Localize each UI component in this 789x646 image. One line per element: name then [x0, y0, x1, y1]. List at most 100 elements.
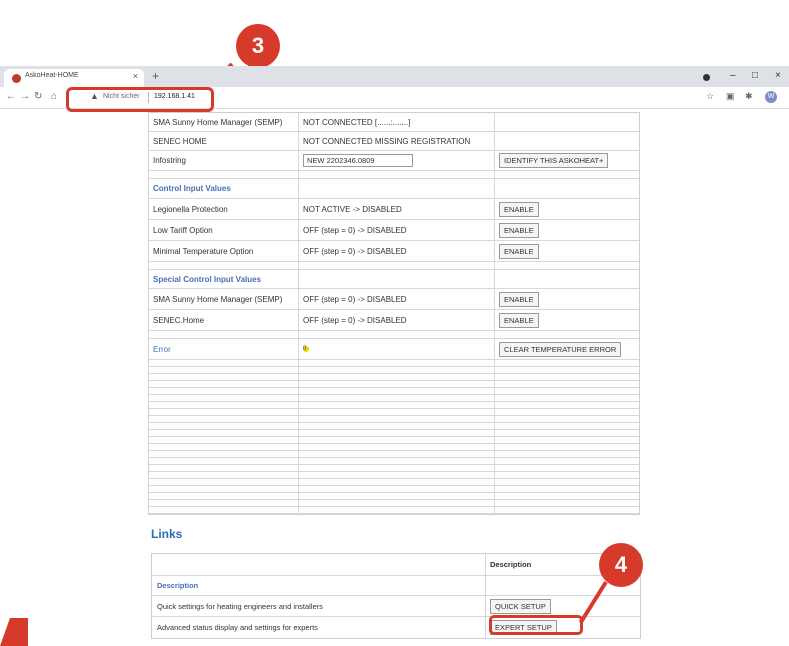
empty-cell	[299, 388, 495, 394]
home-icon[interactable]: ⌂	[51, 91, 57, 102]
identify-button[interactable]: IDENTIFY THIS ASKOHEAT+	[499, 153, 609, 168]
empty-cell	[149, 437, 299, 443]
empty-row	[149, 458, 639, 465]
empty-cell	[149, 423, 299, 429]
browser-tab[interactable]: AskoHeat-HOME ×	[4, 69, 144, 87]
row-label: SENEC HOME	[149, 132, 299, 150]
avatar[interactable]: W	[765, 91, 777, 103]
empty-row	[149, 437, 639, 444]
quick-setup-button[interactable]: QUICK SETUP	[490, 598, 551, 614]
empty-cell	[299, 409, 495, 415]
new-tab-button[interactable]: +	[152, 69, 159, 83]
empty-cell	[495, 395, 639, 401]
empty-cell	[149, 472, 299, 478]
row-label: Legionella Protection	[149, 199, 299, 219]
empty-cell	[299, 402, 495, 408]
maximize-button[interactable]: □	[752, 70, 758, 81]
row-action: ENABLE	[495, 310, 639, 330]
empty-row	[149, 500, 639, 507]
expert-setup-description: Advanced status display and settings for…	[152, 617, 486, 638]
empty-cell	[149, 374, 299, 380]
empty-cell	[149, 493, 299, 499]
empty-cell	[495, 507, 639, 513]
bookmark-star-icon[interactable]: ☆	[706, 91, 714, 102]
spacer-cell	[299, 171, 495, 178]
empty-cell	[495, 493, 639, 499]
enable-low-tariff-button[interactable]: ENABLE	[499, 222, 539, 238]
row-value: 0	[299, 339, 495, 359]
row-value: OFF (step = 0) -> DISABLED	[299, 241, 495, 261]
row-action	[495, 270, 639, 288]
profile-indicator-icon	[703, 74, 710, 81]
empty-cell	[149, 500, 299, 506]
empty-cell	[495, 374, 639, 380]
minimize-button[interactable]: –	[730, 70, 736, 81]
empty-cell	[495, 430, 639, 436]
empty-row	[149, 451, 639, 458]
empty-row	[149, 430, 639, 437]
row-label: SENEC.Home	[149, 310, 299, 330]
row-value: OFF (step = 0) -> DISABLED	[299, 310, 495, 330]
spacer-cell	[299, 262, 495, 269]
clear-temperature-error-button[interactable]: CLEAR TEMPERATURE ERROR	[499, 341, 622, 357]
empty-cell	[495, 388, 639, 394]
empty-cell	[149, 381, 299, 387]
table-row: Error 0 CLEAR TEMPERATURE ERROR	[149, 339, 639, 360]
quick-setup-description: Quick settings for heating engineers and…	[152, 596, 486, 616]
row-label: Minimal Temperature Option	[149, 241, 299, 261]
empty-cell	[299, 458, 495, 464]
row-value: NOT ACTIVE -> DISABLED	[299, 199, 495, 219]
empty-cell	[299, 374, 495, 380]
empty-row	[149, 374, 639, 381]
section-row: Control Input Values	[149, 179, 639, 199]
empty-cell	[495, 409, 639, 415]
window-close-button[interactable]: ×	[775, 70, 781, 81]
table-row: Infostring NEW 2202346.0809 IDENTIFY THI…	[149, 151, 639, 171]
empty-cell	[149, 444, 299, 450]
row-action: ENABLE	[495, 289, 639, 309]
empty-cell	[495, 367, 639, 373]
row-value	[299, 270, 495, 288]
empty-cell	[149, 388, 299, 394]
row-action: ENABLE	[495, 241, 639, 261]
empty-row	[149, 395, 639, 402]
forward-icon[interactable]: →	[20, 91, 30, 102]
media-icon[interactable]: ▣	[726, 91, 735, 102]
empty-cell	[149, 367, 299, 373]
empty-cell	[495, 444, 639, 450]
spacer-cell	[299, 331, 495, 338]
empty-cell	[149, 416, 299, 422]
empty-cell	[495, 465, 639, 471]
row-value: OFF (step = 0) -> DISABLED	[299, 220, 495, 240]
enable-sma-button[interactable]: ENABLE	[499, 291, 539, 307]
empty-cell	[299, 437, 495, 443]
table-row: Minimal Temperature Option OFF (step = 0…	[149, 241, 639, 262]
table-row: SENEC HOME NOT CONNECTED MISSING REGISTR…	[149, 132, 639, 151]
back-icon[interactable]: ←	[6, 91, 16, 102]
empty-row	[149, 367, 639, 374]
infostring-input[interactable]: NEW 2202346.0809	[303, 154, 413, 167]
empty-cell	[299, 430, 495, 436]
row-value: NEW 2202346.0809	[299, 151, 495, 170]
enable-legionella-button[interactable]: ENABLE	[499, 201, 539, 217]
row-action: CLEAR TEMPERATURE ERROR	[495, 339, 639, 359]
empty-row	[149, 402, 639, 409]
enable-min-temp-button[interactable]: ENABLE	[499, 243, 539, 259]
table-row: Legionella Protection NOT ACTIVE -> DISA…	[149, 199, 639, 220]
links-header-row: Description	[152, 554, 640, 576]
row-action: ENABLE	[495, 220, 639, 240]
empty-cell	[495, 416, 639, 422]
close-tab-icon[interactable]: ×	[133, 71, 138, 81]
empty-cell	[495, 381, 639, 387]
reload-icon[interactable]: ↻	[34, 91, 42, 102]
links-section-heading: Description	[152, 576, 486, 595]
empty-row	[149, 409, 639, 416]
extensions-icon[interactable]: ✱	[745, 91, 753, 102]
table-row: SENEC.Home OFF (step = 0) -> DISABLED EN…	[149, 310, 639, 331]
enable-senec-button[interactable]: ENABLE	[499, 312, 539, 328]
expert-setup-highlight-box	[489, 615, 583, 635]
empty-cell	[495, 360, 639, 366]
empty-cell	[299, 416, 495, 422]
empty-cell	[495, 437, 639, 443]
row-value: NOT CONNECTED MISSING REGISTRATION	[299, 132, 495, 150]
